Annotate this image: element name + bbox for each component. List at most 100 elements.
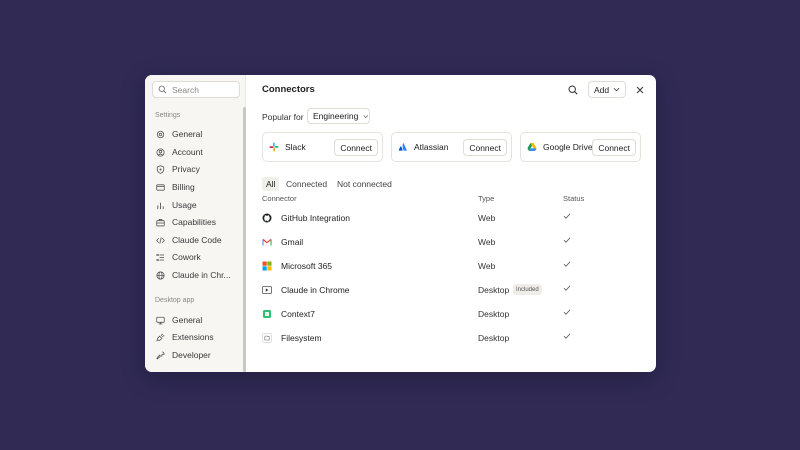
sidebar-item-label: Usage	[172, 200, 197, 210]
page-title: Connectors	[262, 84, 315, 95]
table-row[interactable]: Gmail Web	[262, 230, 642, 254]
connector-type: Desktop	[478, 333, 510, 343]
sidebar-item-label: Claude in Chr...	[172, 270, 231, 280]
connect-slack-button[interactable]: Connect	[334, 139, 378, 156]
sidebar: Settings General Account Privacy Billing…	[145, 75, 246, 372]
connector-type: Web	[478, 213, 496, 223]
connector-name: Microsoft 365	[281, 261, 333, 271]
chevron-down-icon	[363, 114, 369, 118]
sidebar-item-label: Billing	[172, 182, 195, 192]
connectors-panel: Connectors Add Popular for Engineering S…	[246, 75, 656, 372]
sidebar-item-label: Privacy	[172, 164, 200, 174]
connector-name: GitHub Integration	[281, 213, 350, 223]
slack-icon	[269, 142, 279, 152]
sidebar-item-developer[interactable]: Developer	[151, 347, 239, 363]
sidebar-item-billing[interactable]: Billing	[151, 179, 239, 195]
chart-icon	[157, 202, 164, 209]
connector-name: Filesystem	[281, 333, 322, 343]
shield-icon	[156, 164, 165, 174]
sidebar-item-general[interactable]: General	[151, 126, 239, 142]
user-icon	[156, 147, 165, 157]
connect-google-drive-button[interactable]: Connect	[592, 139, 636, 156]
gmail-icon	[262, 237, 272, 247]
check-icon	[563, 308, 573, 318]
sidebar-item-label: Extensions	[172, 332, 214, 342]
connect-atlassian-button[interactable]: Connect	[463, 139, 507, 156]
column-header-connector: Connector	[262, 194, 297, 203]
sidebar-item-privacy[interactable]: Privacy	[151, 161, 239, 177]
included-badge: Included	[513, 284, 542, 295]
sidebar-item-claude-in-chrome[interactable]: Claude in Chr...	[151, 267, 239, 283]
atlassian-icon	[398, 142, 408, 152]
list-icon	[156, 253, 165, 261]
sidebar-item-label: Account	[172, 147, 203, 157]
table-row[interactable]: Microsoft 365 Web	[262, 254, 642, 278]
check-icon	[563, 260, 573, 270]
filter-not-connected[interactable]: Not connected	[333, 177, 396, 191]
credit-card-icon	[156, 183, 165, 191]
settings-window: Settings General Account Privacy Billing…	[145, 75, 656, 372]
card-name: Atlassian	[414, 142, 449, 152]
sidebar-item-account[interactable]: Account	[151, 144, 239, 160]
popular-for-dropdown[interactable]: Engineering	[307, 108, 370, 124]
code-icon	[156, 236, 165, 244]
folder-icon	[262, 333, 272, 343]
briefcase-icon	[156, 218, 165, 226]
table-row[interactable]: Filesystem Desktop	[262, 326, 642, 350]
sidebar-item-extensions[interactable]: Extensions	[151, 329, 239, 345]
card-name: Google Drive	[543, 142, 593, 152]
connector-name: Claude in Chrome	[281, 285, 350, 295]
globe-icon	[156, 270, 165, 280]
add-button[interactable]: Add	[588, 81, 626, 98]
connector-type: Web	[478, 261, 496, 271]
connector-name: Gmail	[281, 237, 304, 247]
check-icon	[563, 236, 573, 246]
close-icon	[636, 86, 644, 94]
microsoft-icon	[262, 261, 272, 271]
search-icon	[158, 85, 167, 94]
card-google-drive: Google Drive Connect	[520, 132, 641, 162]
check-icon	[563, 284, 573, 294]
table-row[interactable]: GitHub Integration Web	[262, 206, 642, 230]
google-drive-icon	[527, 142, 537, 152]
sidebar-item-claude-code[interactable]: Claude Code	[151, 232, 239, 248]
context7-icon	[262, 309, 272, 319]
plug-icon	[156, 333, 165, 341]
chrome-extension-icon	[262, 285, 272, 295]
table-row[interactable]: Claude in Chrome Desktop Included	[262, 278, 642, 302]
gear-icon	[156, 130, 165, 138]
sidebar-item-label: General	[172, 129, 203, 139]
chevron-down-icon	[613, 87, 620, 92]
add-button-label: Add	[593, 84, 610, 95]
search-button[interactable]	[565, 82, 581, 98]
filter-all[interactable]: All	[262, 177, 280, 191]
card-slack: Slack Connect	[262, 132, 383, 162]
sidebar-item-capabilities[interactable]: Capabilities	[151, 214, 239, 230]
connector-name: Context7	[281, 309, 316, 319]
search-icon	[568, 85, 578, 95]
popular-for-label: Popular for	[262, 112, 304, 122]
sidebar-item-label: General	[172, 315, 203, 325]
card-atlassian: Atlassian Connect	[391, 132, 512, 162]
sidebar-item-label: Claude Code	[172, 235, 222, 245]
connector-type: Desktop	[478, 285, 510, 295]
connector-type: Desktop	[478, 309, 510, 319]
sidebar-item-cowork[interactable]: Cowork	[151, 249, 239, 265]
settings-section-label: Settings	[155, 112, 181, 119]
check-icon	[563, 212, 573, 222]
filter-connected[interactable]: Connected	[282, 177, 331, 191]
sidebar-item-usage[interactable]: Usage	[151, 197, 239, 213]
connector-type: Web	[478, 237, 496, 247]
desktop-section-label: Desktop app	[155, 297, 195, 304]
close-button[interactable]	[632, 82, 648, 98]
monitor-icon	[156, 316, 165, 324]
column-header-type: Type	[478, 194, 495, 203]
sidebar-search[interactable]	[152, 81, 240, 98]
search-input[interactable]	[172, 84, 238, 95]
table-row[interactable]: Context7 Desktop	[262, 302, 642, 326]
sidebar-item-label: Developer	[172, 350, 211, 360]
github-icon	[262, 213, 272, 223]
sidebar-item-label: Capabilities	[172, 217, 216, 227]
card-name: Slack	[285, 142, 306, 152]
sidebar-item-desktop-general[interactable]: General	[151, 312, 239, 328]
